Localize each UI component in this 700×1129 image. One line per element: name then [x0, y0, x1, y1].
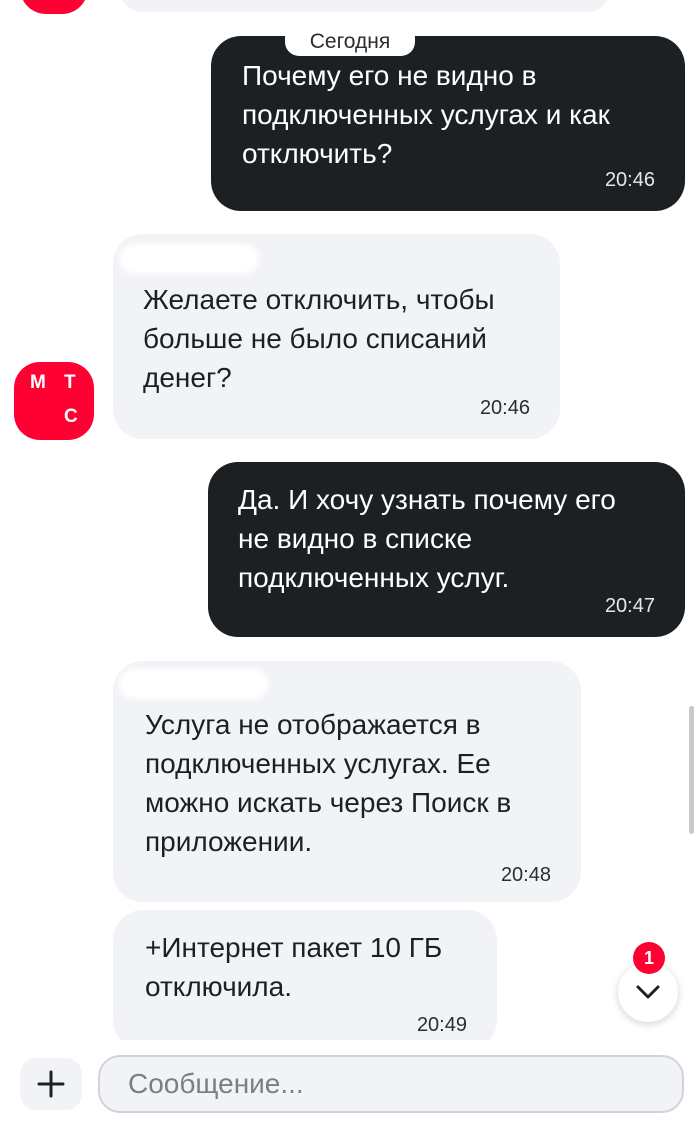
- message-text: Услуга не отображается в подключенных ус…: [145, 709, 512, 857]
- unread-count-badge: 1: [633, 942, 665, 974]
- plus-icon: [37, 1070, 65, 1098]
- message-time: 20:46: [604, 169, 655, 191]
- date-divider: Сегодня: [285, 24, 415, 56]
- attach-button[interactable]: [20, 1058, 82, 1110]
- message-incoming[interactable]: Желаете отключить, чтобы больше не было …: [113, 234, 560, 439]
- message-text: Да. И хочу узнать почему его не видно в …: [238, 484, 616, 593]
- avatar-letter: М: [30, 372, 46, 393]
- mts-avatar[interactable]: М Т С: [14, 362, 94, 440]
- message-outgoing[interactable]: Почему его не видно в подключенных услуг…: [211, 36, 685, 211]
- message-time: 20:48: [500, 864, 551, 886]
- message-time: 20:46: [479, 397, 530, 419]
- avatar-letter: Т: [64, 372, 76, 393]
- chevron-down-icon: [636, 985, 660, 999]
- sender-name-redacted: [119, 244, 259, 274]
- message-input[interactable]: [98, 1055, 684, 1113]
- scrollbar[interactable]: [689, 706, 694, 834]
- message-time: 20:47: [604, 595, 655, 617]
- avatar-partial: [20, 0, 88, 14]
- message-text: Желаете отключить, чтобы больше не было …: [143, 284, 495, 393]
- message-text: Почему его не видно в подключенных услуг…: [242, 60, 610, 169]
- sender-name-redacted: [119, 669, 269, 699]
- message-incoming[interactable]: Услуга не отображается в подключенных ус…: [113, 661, 581, 902]
- message-incoming[interactable]: +Интернет пакет 10 ГБ отключила. 20:49: [113, 910, 497, 1050]
- message-text: +Интернет пакет 10 ГБ отключила.: [145, 932, 443, 1002]
- avatar-letter: С: [64, 406, 78, 427]
- message-bubble-partial: [120, 0, 610, 12]
- message-time: 20:49: [416, 1014, 467, 1036]
- message-outgoing[interactable]: Да. И хочу узнать почему его не видно в …: [208, 462, 685, 637]
